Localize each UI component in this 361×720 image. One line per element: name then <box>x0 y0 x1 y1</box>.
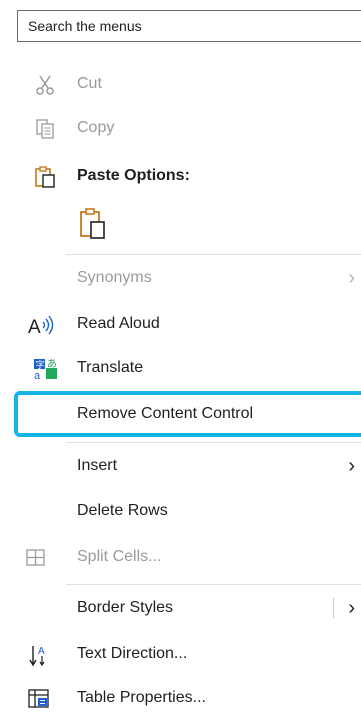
menu-item-table-properties[interactable]: Table Properties... <box>0 676 361 720</box>
translate-icon: 字 a あ <box>34 358 57 380</box>
menu-separator <box>66 584 361 585</box>
menu-item-delete-rows[interactable]: Delete Rows <box>0 489 361 533</box>
svg-text:字: 字 <box>36 359 45 370</box>
menu-item-synonyms[interactable]: Synonyms › <box>0 256 361 300</box>
menu-item-cut[interactable]: Cut <box>0 62 361 106</box>
svg-text:A: A <box>38 646 45 657</box>
scissors-icon <box>34 74 56 96</box>
menu-item-synonyms-label: Synonyms <box>77 269 152 286</box>
menu-item-delete-rows-label: Delete Rows <box>77 502 168 519</box>
menu-item-insert-label: Insert <box>77 457 118 474</box>
menu-item-border-styles[interactable]: Border Styles › <box>0 586 361 630</box>
menu-item-split-cells-label: Split Cells... <box>77 548 162 565</box>
menu-item-read-aloud[interactable]: A Read Aloud <box>0 302 361 346</box>
table-properties-icon <box>28 688 50 710</box>
clipboard-icon <box>34 166 56 188</box>
paste-keep-text-only-button[interactable] <box>77 203 111 243</box>
paste-keep-text-only-icon <box>79 207 107 241</box>
paste-options-label: Paste Options: <box>77 167 190 184</box>
menu-item-translate[interactable]: 字 a あ Translate <box>0 346 361 390</box>
menu-item-text-direction[interactable]: A Text Direction... <box>0 632 361 676</box>
menu-item-cut-label: Cut <box>77 75 102 92</box>
context-menu: Search the menus Cut Copy Paste Options:… <box>0 0 361 718</box>
menu-item-border-styles-label: Border Styles <box>77 599 174 616</box>
menu-separator <box>66 442 361 443</box>
chevron-right-icon[interactable]: › <box>348 586 355 630</box>
menu-item-copy[interactable]: Copy <box>0 106 361 150</box>
svg-text:あ: あ <box>47 358 57 370</box>
menu-item-text-direction-label: Text Direction... <box>77 645 188 662</box>
search-menus-input[interactable]: Search the menus <box>17 10 361 42</box>
svg-text:a: a <box>34 370 41 380</box>
menu-item-copy-label: Copy <box>77 119 115 136</box>
menu-item-read-aloud-label: Read Aloud <box>77 315 160 332</box>
chevron-right-icon: › <box>348 455 355 477</box>
chevron-right-icon: › <box>348 267 355 289</box>
read-aloud-icon: A <box>28 314 62 336</box>
copy-icon <box>34 118 56 140</box>
menu-item-split-cells[interactable]: Split Cells... <box>0 535 361 579</box>
menu-separator <box>66 254 361 255</box>
svg-text:A: A <box>28 317 41 336</box>
text-direction-icon: A <box>28 644 50 667</box>
split-cells-icon <box>25 547 47 569</box>
paste-options-header: Paste Options: <box>0 154 361 198</box>
menu-item-insert[interactable]: Insert › <box>0 444 361 488</box>
menu-item-table-properties-label: Table Properties... <box>77 689 206 706</box>
menu-item-translate-label: Translate <box>77 359 144 376</box>
highlight-box <box>14 391 361 437</box>
split-button-divider <box>333 598 334 618</box>
